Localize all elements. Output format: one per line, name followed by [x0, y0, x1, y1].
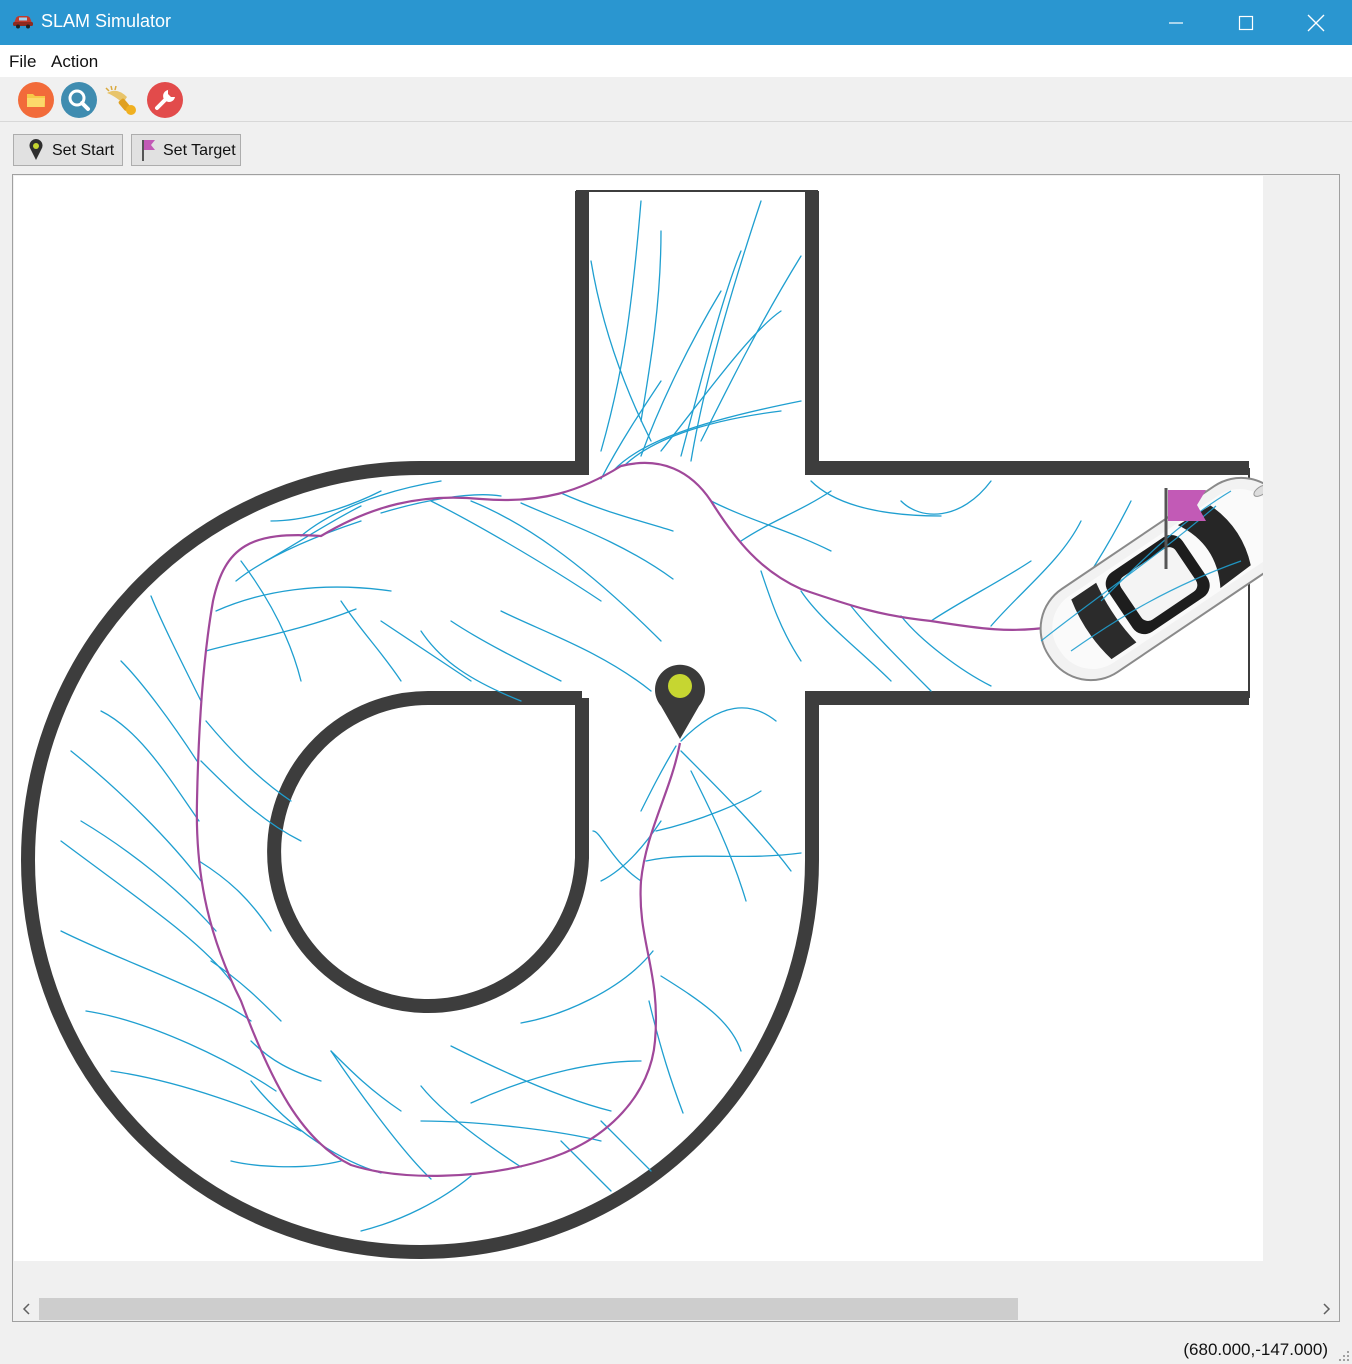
- tree-branch: [150, 595, 202, 702]
- tree-branch: [205, 720, 292, 802]
- tree-branch: [250, 1040, 322, 1082]
- chevron-right-icon: [1323, 1303, 1331, 1315]
- search-icon: [61, 82, 97, 118]
- minimize-button[interactable]: [1141, 0, 1211, 45]
- tree-branch: [235, 520, 362, 582]
- tree-branch: [680, 750, 792, 872]
- tree-branch: [450, 620, 562, 682]
- set-target-label: Set Target: [163, 142, 236, 159]
- tree-branch: [690, 200, 762, 462]
- tree-branch: [930, 560, 1032, 622]
- tree-branch: [900, 615, 992, 687]
- car-icon: [12, 12, 34, 30]
- tree-branch: [70, 750, 202, 882]
- set-target-button[interactable]: Set Target: [131, 134, 241, 166]
- tree-branch: [640, 230, 662, 422]
- tree-branch: [330, 1050, 402, 1112]
- tree-branch: [340, 600, 402, 682]
- scroll-right-button[interactable]: [1315, 1296, 1339, 1321]
- exploration-tree: [60, 200, 1132, 1232]
- tree-branch: [500, 610, 652, 692]
- tree-branch: [265, 505, 362, 562]
- set-start-label: Set Start: [52, 142, 115, 159]
- simulation-view[interactable]: [12, 174, 1340, 1322]
- menu-action[interactable]: Action: [51, 52, 98, 72]
- tree-branch: [60, 930, 252, 1022]
- tree-branch: [330, 1050, 432, 1180]
- tree-branch: [215, 586, 392, 612]
- tree-branch: [360, 1175, 472, 1232]
- status-bar: (680.000,-147.000): [0, 1334, 1352, 1364]
- map-pin-icon: [29, 139, 43, 160]
- chevron-left-icon: [22, 1303, 30, 1315]
- search-button[interactable]: [60, 81, 98, 119]
- window-title: SLAM Simulator: [41, 11, 172, 31]
- horizontal-scrollbar[interactable]: [14, 1296, 1339, 1321]
- start-marker[interactable]: [655, 664, 705, 739]
- tree-branch: [100, 710, 200, 822]
- scroll-left-button[interactable]: [14, 1296, 38, 1321]
- sweep-button[interactable]: [103, 81, 141, 119]
- tree-branch: [560, 492, 674, 532]
- tree-branch: [120, 660, 198, 762]
- tree-branch: [680, 707, 777, 742]
- tree-branch: [420, 630, 522, 702]
- minimize-icon: [1168, 15, 1184, 31]
- wrench-icon: [147, 82, 183, 118]
- tree-branch: [240, 560, 302, 682]
- tree-branch: [660, 975, 742, 1052]
- tree-branch: [680, 250, 742, 457]
- flag-icon: [142, 140, 155, 161]
- tree-branch: [740, 490, 832, 542]
- toolbar: [0, 77, 1352, 122]
- tree-branch: [810, 480, 942, 517]
- menu-bar: File Action: [0, 45, 1352, 77]
- tree-branch: [420, 1120, 602, 1142]
- close-button[interactable]: [1281, 0, 1351, 45]
- tree-branch: [655, 790, 762, 832]
- tree-branch: [230, 1160, 342, 1168]
- tree-branch: [85, 1010, 277, 1092]
- tree-branch: [648, 1000, 684, 1114]
- scrollbar-thumb[interactable]: [39, 1298, 1018, 1320]
- broom-icon: [105, 85, 136, 115]
- action-bar: Set Start Set Target: [0, 122, 1352, 174]
- vehicle: [1039, 476, 1263, 682]
- resize-grip-icon[interactable]: [1338, 1350, 1350, 1362]
- map-canvas[interactable]: [14, 176, 1263, 1261]
- title-bar: SLAM Simulator: [0, 0, 1352, 45]
- tree-branch: [60, 840, 232, 982]
- tree-branch: [600, 200, 642, 452]
- tree-branch: [760, 570, 802, 662]
- maximize-button[interactable]: [1211, 0, 1281, 45]
- settings-button[interactable]: [146, 81, 184, 119]
- tree-branch: [600, 1120, 652, 1172]
- set-start-button[interactable]: Set Start: [13, 134, 123, 166]
- tree-branch: [430, 500, 602, 602]
- maximize-icon: [1238, 15, 1254, 31]
- tree-branch: [690, 770, 747, 902]
- tree-branch: [80, 820, 217, 932]
- folder-icon: [18, 82, 54, 118]
- tree-branch: [205, 608, 357, 652]
- tree-branch: [900, 480, 992, 515]
- close-icon: [1307, 14, 1325, 32]
- open-folder-button[interactable]: [17, 81, 55, 119]
- menu-file[interactable]: File: [9, 52, 36, 72]
- tree-branch: [560, 1140, 612, 1192]
- tree-branch: [110, 1070, 302, 1132]
- cursor-coordinates: (680.000,-147.000): [1183, 1340, 1328, 1359]
